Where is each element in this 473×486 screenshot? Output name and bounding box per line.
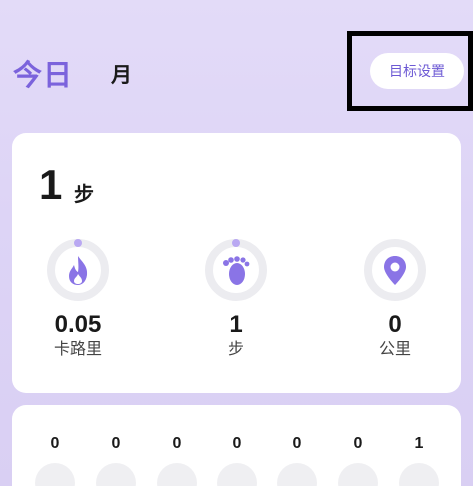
goal-settings-button[interactable]: 目标设置 bbox=[370, 53, 464, 89]
tab-today[interactable]: 今日 bbox=[13, 52, 73, 94]
calories-metric: 0.05 卡路里 bbox=[18, 236, 138, 359]
day-column[interactable]: 0 bbox=[217, 435, 257, 486]
day-column[interactable]: 0 bbox=[96, 435, 136, 486]
day-bubble bbox=[96, 463, 136, 486]
calories-ring bbox=[44, 236, 112, 304]
flame-icon bbox=[69, 256, 88, 285]
distance-label: 公里 bbox=[378, 341, 411, 358]
total-steps-unit: 步 bbox=[74, 184, 94, 206]
day-column[interactable]: 0 bbox=[338, 435, 378, 486]
day-value: 0 bbox=[232, 435, 242, 452]
footprint-icon bbox=[223, 256, 250, 285]
day-value: 1 bbox=[414, 435, 424, 452]
day-value: 0 bbox=[292, 435, 302, 452]
day-column[interactable]: 0 bbox=[35, 435, 75, 486]
activity-summary-card: 1 步 0.05 卡路里 1 步 0 公里 bbox=[12, 133, 461, 393]
day-bubble bbox=[338, 463, 378, 486]
calories-label: 卡路里 bbox=[53, 341, 102, 358]
steps-ring bbox=[202, 236, 270, 304]
day-column[interactable]: 0 bbox=[157, 435, 197, 486]
calories-value: 0.05 bbox=[54, 311, 102, 338]
day-column[interactable]: 0 bbox=[277, 435, 317, 486]
distance-ring bbox=[361, 236, 429, 304]
day-bubble bbox=[157, 463, 197, 486]
day-bubble bbox=[277, 463, 317, 486]
distance-metric: 0 公里 bbox=[335, 236, 455, 359]
tab-month[interactable]: 月 bbox=[111, 59, 132, 89]
location-pin-icon bbox=[384, 256, 406, 285]
day-column[interactable]: 1 bbox=[399, 435, 439, 486]
distance-value: 0 bbox=[388, 311, 402, 338]
steps-label: 步 bbox=[227, 341, 244, 358]
header: 今日 月 目标设置 bbox=[0, 0, 473, 120]
day-bubble bbox=[35, 463, 75, 486]
day-value: 0 bbox=[50, 435, 60, 452]
day-value: 0 bbox=[353, 435, 363, 452]
steps-value: 1 bbox=[229, 311, 243, 338]
weekly-steps-card: 0 0 0 0 0 0 1 bbox=[12, 405, 461, 486]
steps-metric: 1 步 bbox=[176, 236, 296, 359]
day-value: 0 bbox=[172, 435, 182, 452]
day-bubble bbox=[399, 463, 439, 486]
total-steps-value: 1 bbox=[39, 161, 63, 208]
day-value: 0 bbox=[111, 435, 121, 452]
day-bubble bbox=[217, 463, 257, 486]
